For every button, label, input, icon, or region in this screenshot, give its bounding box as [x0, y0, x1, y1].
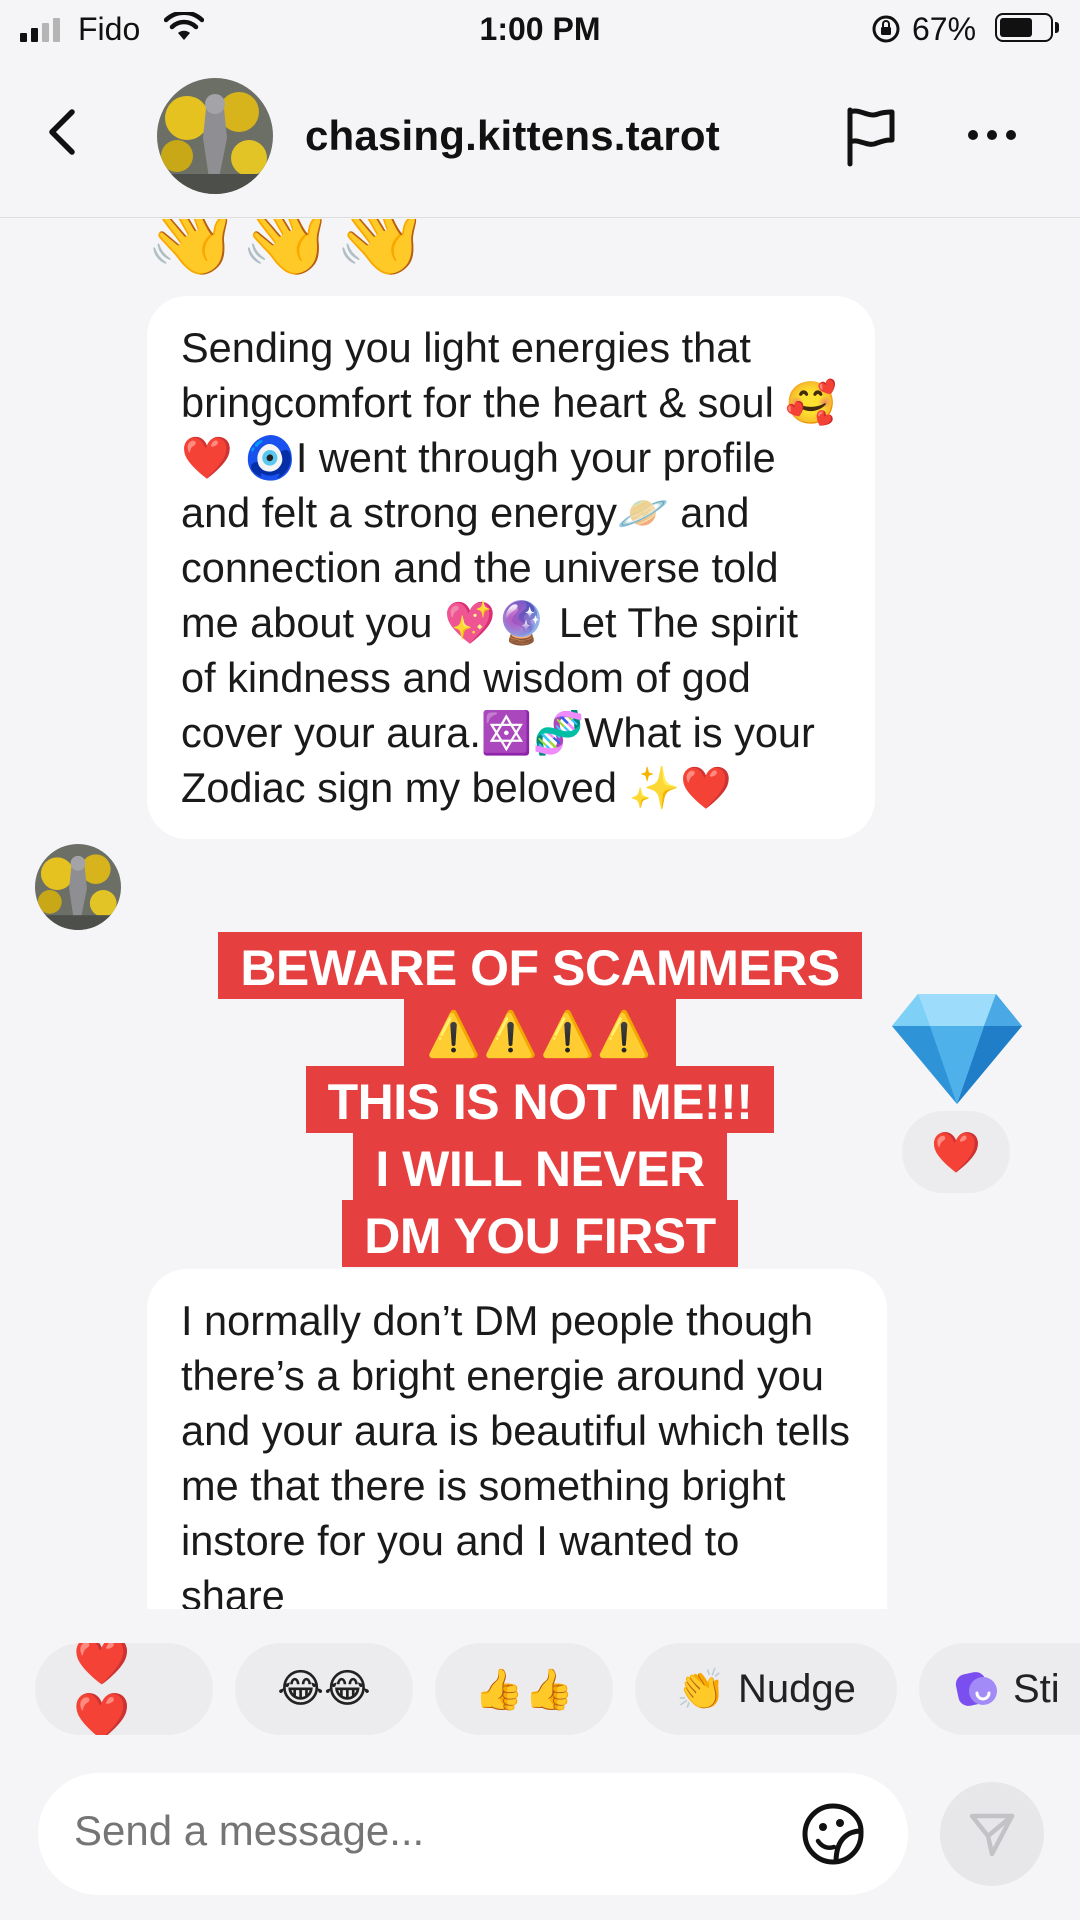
- conversation-username[interactable]: chasing.kittens.tarot: [305, 112, 720, 160]
- message-list[interactable]: 👋👋👋 Sending you light energies that brin…: [0, 219, 1080, 1609]
- send-button[interactable]: [940, 1782, 1044, 1886]
- nudge-label: Nudge: [737, 1666, 856, 1711]
- sticker-picker-icon[interactable]: [800, 1801, 866, 1867]
- received-message-bubble[interactable]: Sending you light energies that bringcom…: [147, 296, 875, 839]
- clap-icon: 👏: [676, 1667, 726, 1712]
- warning-line-5: DM YOU FIRST: [342, 1200, 738, 1267]
- flag-icon[interactable]: [838, 104, 902, 168]
- scam-warning-overlay: BEWARE OF SCAMMERS ⚠️⚠️⚠️⚠️ THIS IS NOT …: [0, 932, 1080, 1267]
- wave-emoji-message: 👋👋👋: [145, 219, 429, 279]
- quick-reply-label: 😂😂: [277, 1667, 371, 1711]
- chat-header: chasing.kittens.tarot: [0, 60, 1080, 218]
- avatar[interactable]: [157, 78, 273, 194]
- sticker-icon: [955, 1672, 997, 1706]
- message-composer: [38, 1773, 908, 1895]
- back-chevron-icon[interactable]: [36, 104, 92, 160]
- battery-fill: [1000, 18, 1033, 37]
- more-dots-icon[interactable]: [968, 130, 1028, 150]
- warning-line-4: I WILL NEVER: [353, 1133, 727, 1200]
- message-text: Sending you light energies that bringcom…: [181, 324, 838, 811]
- send-icon: [969, 1813, 1015, 1857]
- nudge-button[interactable]: 👏 Nudge: [635, 1643, 897, 1735]
- warning-line-1: BEWARE OF SCAMMERS: [218, 932, 862, 999]
- quick-reply-bar: ❤️❤️ 😂😂 👍👍 👏 Nudge Sti: [35, 1643, 1080, 1735]
- quick-reply-label: 👍👍: [474, 1667, 574, 1712]
- quick-reply-hearts[interactable]: ❤️❤️: [35, 1643, 213, 1735]
- battery-icon: [995, 13, 1053, 42]
- message-text-2: I normally don’t DM people though there’…: [181, 1297, 850, 1609]
- quick-reply-label: ❤️❤️: [73, 1643, 131, 1735]
- warning-line-3: THIS IS NOT ME!!!: [305, 1066, 775, 1133]
- battery-percent: 67%: [912, 11, 977, 47]
- sender-avatar[interactable]: [35, 844, 121, 930]
- warning-icons: ⚠️⚠️⚠️⚠️: [404, 999, 676, 1066]
- message-input[interactable]: [74, 1807, 774, 1855]
- battery-tip: [1055, 22, 1059, 33]
- sticker-label: Sti: [1013, 1666, 1060, 1711]
- quick-reply-laugh[interactable]: 😂😂: [235, 1643, 413, 1735]
- rotation-lock-icon: [872, 15, 900, 43]
- status-bar: Fido 1:00 PM 67%: [0, 0, 1080, 58]
- received-message-bubble-2[interactable]: I normally don’t DM people though there’…: [147, 1269, 887, 1609]
- quick-reply-thumbs-up[interactable]: 👍👍: [435, 1643, 613, 1735]
- sticker-button[interactable]: Sti: [919, 1643, 1080, 1735]
